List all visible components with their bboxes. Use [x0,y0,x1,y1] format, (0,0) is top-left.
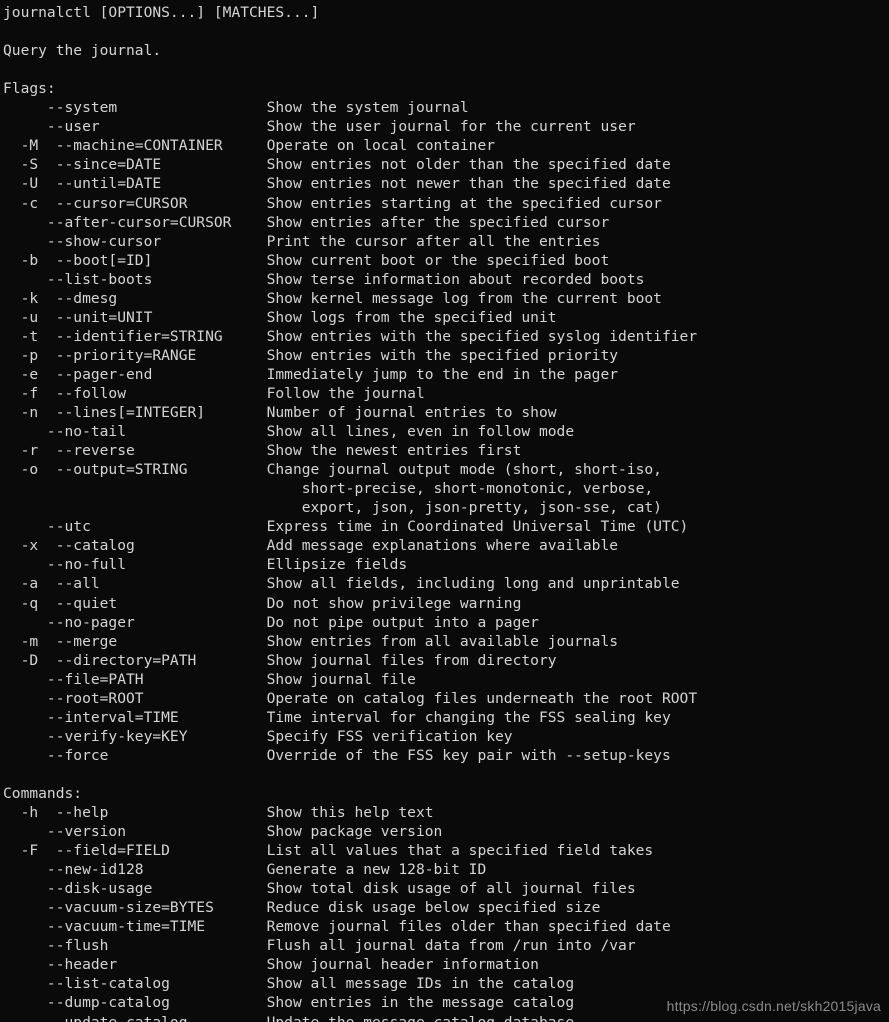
flag-row: --force Override of the FSS key pair wit… [3,746,671,764]
flag-row: --after-cursor=CURSOR Show entries after… [3,213,610,231]
flag-row: -a --all Show all fields, including long… [3,575,680,593]
watermark-url: https://blog.csdn.net/skh2015java [666,997,881,1014]
flag-row: -r --reverse Show the newest entries fir… [3,442,522,460]
flag-row: short-precise, short-monotonic, verbose, [3,480,654,498]
flag-row: -n --lines[=INTEGER] Number of journal e… [3,404,557,422]
command-row: --header Show journal header information [3,956,539,974]
flag-row: --no-full Ellipsize fields [3,556,408,574]
flag-row: -o --output=STRING Change journal output… [3,461,662,479]
flag-row: -u --unit=UNIT Show logs from the specif… [3,308,557,326]
commands-header: Commands: [3,784,83,802]
command-row: -F --field=FIELD List all values that a … [3,842,654,860]
flag-row: --interval=TIME Time interval for changi… [3,708,671,726]
command-row: --flush Flush all journal data from /run… [3,937,636,955]
flag-row: --show-cursor Print the cursor after all… [3,232,601,250]
command-row: --vacuum-size=BYTES Reduce disk usage be… [3,899,601,917]
command-row: --disk-usage Show total disk usage of al… [3,880,636,898]
flag-row: -U --until=DATE Show entries not newer t… [3,175,671,193]
usage-line: journalctl [OPTIONS...] [MATCHES...] [3,4,320,22]
flag-row: -D --directory=PATH Show journal files f… [3,651,557,669]
flag-row: --no-tail Show all lines, even in follow… [3,423,575,441]
terminal-window[interactable]: journalctl [OPTIONS...] [MATCHES...] Que… [0,0,889,1022]
flag-row: export, json, json-pretty, json-sse, cat… [3,499,662,517]
flag-row: -M --machine=CONTAINER Operate on local … [3,137,496,155]
flag-row: -f --follow Follow the journal [3,384,425,402]
flag-row: -m --merge Show entries from all availab… [3,632,619,650]
flag-row: --list-boots Show terse information abou… [3,270,645,288]
flag-row: -e --pager-end Immediately jump to the e… [3,365,619,383]
flags-header: Flags: [3,80,56,98]
flag-row: --no-pager Do not pipe output into a pag… [3,613,539,631]
command-row: --new-id128 Generate a new 128-bit ID [3,861,487,879]
flag-row: -k --dmesg Show kernel message log from … [3,289,662,307]
command-row: --version Show package version [3,823,443,841]
command-row: --list-catalog Show all message IDs in t… [3,975,575,993]
flag-row: --verify-key=KEY Specify FSS verificatio… [3,727,513,745]
summary-line: Query the journal. [3,42,162,60]
command-row: -h --help Show this help text [3,804,434,822]
terminal-output: journalctl [OPTIONS...] [MATCHES...] Que… [3,0,889,1022]
flag-row: -S --since=DATE Show entries not older t… [3,156,671,174]
flag-row: --user Show the user journal for the cur… [3,118,636,136]
flag-row: -q --quiet Do not show privilege warning [3,594,522,612]
flag-row: -p --priority=RANGE Show entries with th… [3,346,619,364]
flag-row: -x --catalog Add message explanations wh… [3,537,619,555]
flag-row: -b --boot[=ID] Show current boot or the … [3,251,610,269]
flag-row: --utc Express time in Coordinated Univer… [3,518,689,536]
flag-row: --system Show the system journal [3,99,469,117]
flag-row: -t --identifier=STRING Show entries with… [3,327,698,345]
command-row: --vacuum-time=TIME Remove journal files … [3,918,671,936]
flag-row: --file=PATH Show journal file [3,670,416,688]
flag-row: -c --cursor=CURSOR Show entries starting… [3,194,662,212]
flag-row: --root=ROOT Operate on catalog files und… [3,689,698,707]
